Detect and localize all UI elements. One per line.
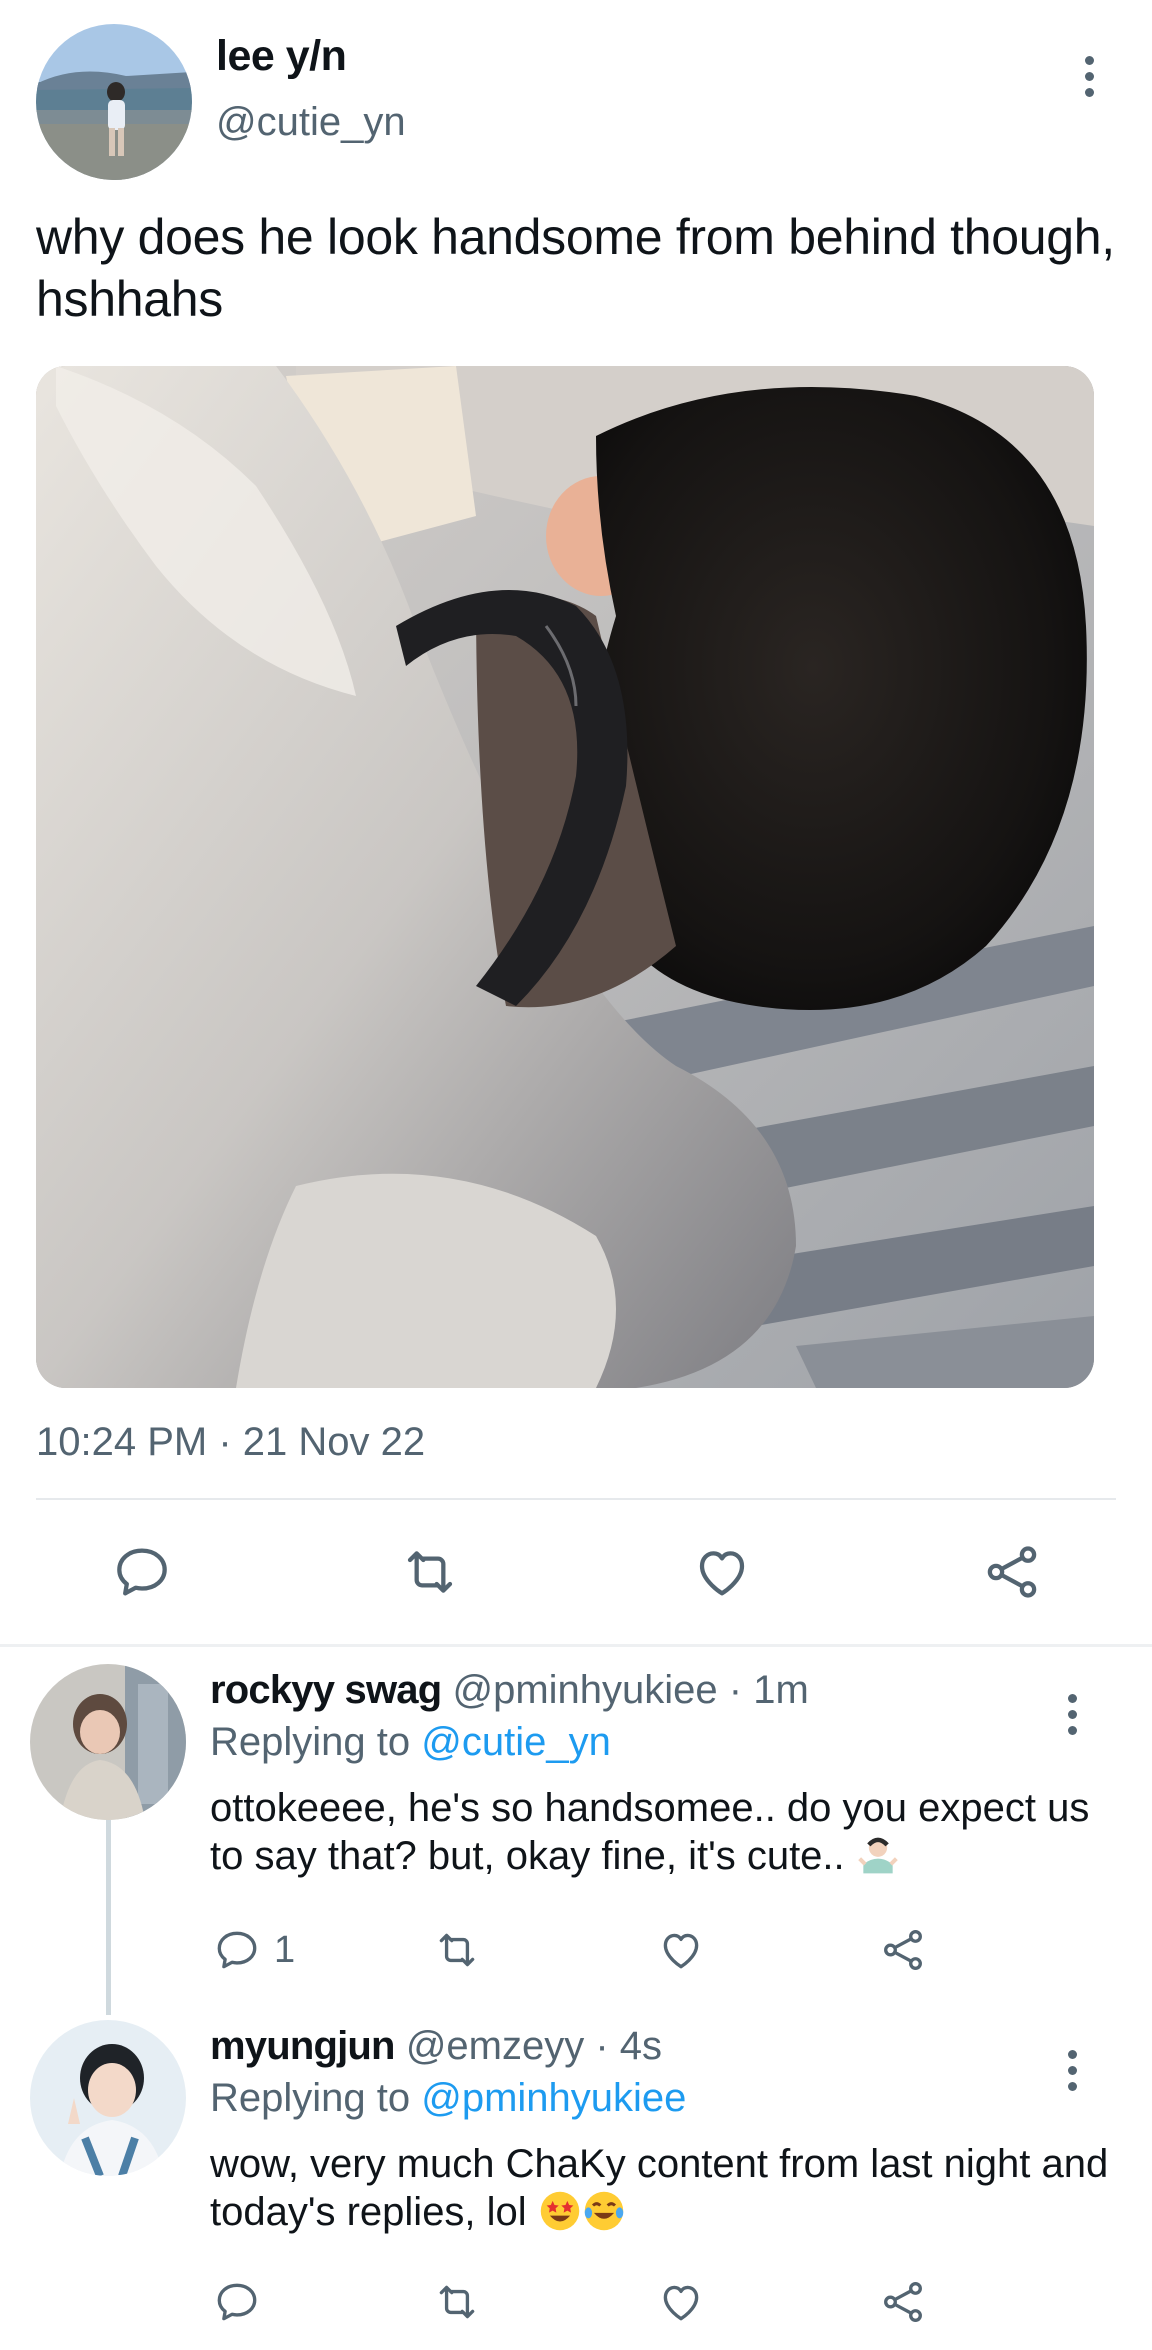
reply-icon[interactable] (110, 1540, 174, 1604)
mention-link[interactable]: @cutie_yn (421, 1720, 611, 1764)
retweet-icon[interactable] (432, 1925, 482, 1975)
main-tweet: lee y/n @cutie_yn why does he look hands… (0, 0, 1152, 1648)
like-icon[interactable] (656, 1925, 706, 1975)
divider (36, 1498, 1116, 1500)
reply-icon[interactable] (212, 1925, 262, 1975)
reply-header: myungjun @emzeyy · 4s (210, 2024, 662, 2069)
mention-link[interactable]: @pminhyukiee (421, 2076, 686, 2120)
user-handle[interactable]: @cutie_yn (216, 100, 406, 145)
reply-count: 1 (274, 1928, 296, 1971)
reply-text: ottokeeee, he's so handsomee.. do you ex… (210, 1784, 1110, 1880)
display-name[interactable]: myungjun (210, 2024, 396, 2068)
reply-tweet: myungjun @emzeyy · 4s Replying to @pminh… (0, 2016, 1152, 2350)
more-options-icon[interactable] (1062, 1694, 1082, 1742)
star-struck-emoji (538, 2189, 582, 2233)
reply-action[interactable] (212, 2274, 274, 2330)
like-action[interactable] (656, 1922, 706, 1978)
retweet-icon[interactable] (398, 1540, 462, 1604)
reply-header: rockyy swag @pminhyukiee · 1m (210, 1668, 809, 1713)
avatar[interactable] (30, 2020, 186, 2176)
share-action[interactable] (878, 2274, 928, 2330)
like-action[interactable] (656, 2274, 706, 2330)
share-icon[interactable] (878, 1925, 928, 1975)
replying-to: Replying to @cutie_yn (210, 1720, 611, 1765)
reply-text: wow, very much ChaKy content from last n… (210, 2140, 1110, 2236)
more-options-icon[interactable] (1079, 56, 1099, 104)
avatar[interactable] (30, 1664, 186, 1820)
replying-label: Replying to (210, 2076, 411, 2120)
reply-text-body: ottokeeee, he's so handsomee.. do you ex… (210, 1786, 1090, 1878)
tweet-text: why does he look handsome from behind th… (36, 209, 1115, 327)
retweet-icon[interactable] (432, 2277, 482, 2327)
more-options-icon[interactable] (1062, 2050, 1082, 2098)
reply-time: · 4s (595, 2024, 663, 2068)
share-icon[interactable] (878, 2277, 928, 2327)
avatar[interactable] (36, 24, 192, 180)
tears-of-joy-emoji (582, 2189, 626, 2233)
replying-label: Replying to (210, 1720, 411, 1764)
replying-to: Replying to @pminhyukiee (210, 2076, 686, 2121)
reply-tweet: rockyy swag @pminhyukiee · 1m Replying t… (0, 1660, 1152, 2016)
user-handle[interactable]: @emzeyy (406, 2024, 584, 2068)
thread-line (106, 1820, 111, 2015)
share-action[interactable] (878, 1922, 928, 1978)
display-name[interactable]: lee y/n (216, 32, 347, 81)
share-icon[interactable] (980, 1540, 1044, 1604)
user-handle[interactable]: @pminhyukiee (452, 1668, 717, 1712)
section-separator (0, 1644, 1152, 1647)
person-shrugging-emoji (856, 1833, 900, 1877)
display-name[interactable]: rockyy swag (210, 1668, 442, 1712)
reply-time: · 1m (728, 1668, 809, 1712)
reply-text-body: wow, very much ChaKy content from last n… (210, 2142, 1109, 2234)
reply-action[interactable]: 1 (212, 1922, 295, 1978)
like-icon[interactable] (690, 1540, 754, 1604)
tweet-photo[interactable] (36, 366, 1094, 1388)
reply-icon[interactable] (212, 2277, 262, 2327)
tweet-timestamp: 10:24 PM · 21 Nov 22 (36, 1420, 426, 1464)
like-icon[interactable] (656, 2277, 706, 2327)
retweet-action[interactable] (432, 2274, 482, 2330)
retweet-action[interactable] (432, 1922, 482, 1978)
